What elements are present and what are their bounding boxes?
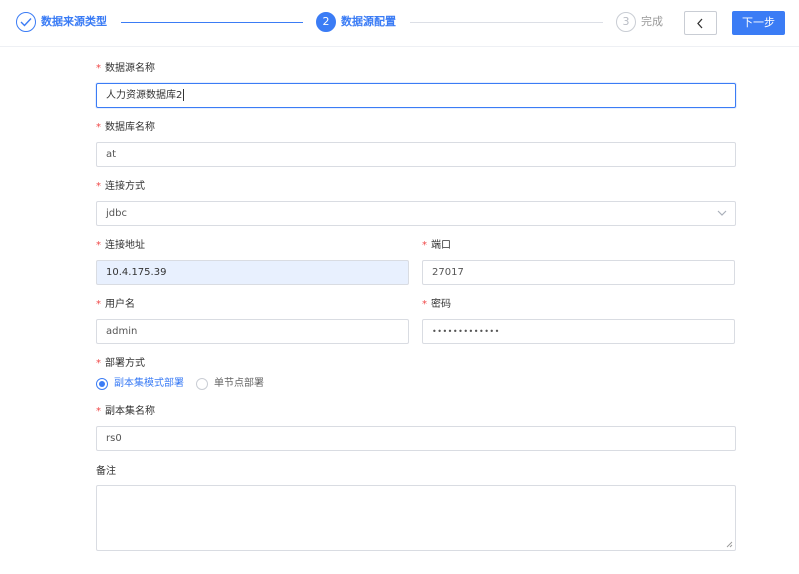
replica-set-name-label: * 副本集名称 bbox=[96, 406, 155, 417]
resize-handle-icon[interactable] bbox=[726, 541, 733, 548]
connection-method-select[interactable]: jdbc bbox=[96, 201, 736, 226]
radio-checked-icon bbox=[96, 378, 108, 390]
port-label: * 端口 bbox=[422, 240, 451, 251]
step-1-label: 数据来源类型 bbox=[41, 15, 107, 28]
step-connector-2 bbox=[410, 22, 603, 23]
password-label: * 密码 bbox=[422, 299, 451, 310]
datasource-name-label: * 数据源名称 bbox=[96, 63, 155, 74]
database-name-label: * 数据库名称 bbox=[96, 122, 155, 133]
connection-address-input[interactable]: 10.4.175.39 bbox=[96, 260, 409, 285]
connection-method-label: * 连接方式 bbox=[96, 181, 145, 192]
step-connector-1 bbox=[121, 22, 303, 23]
step-3-number: 3 bbox=[616, 12, 636, 32]
steps-header: 数据来源类型 2 数据源配置 3 完成 下一步 bbox=[0, 0, 799, 47]
step-1-check-icon bbox=[16, 12, 36, 32]
back-button[interactable] bbox=[684, 11, 717, 35]
step-2-number: 2 bbox=[316, 12, 336, 32]
replica-set-name-input[interactable]: rs0 bbox=[96, 426, 736, 451]
password-input[interactable]: ••••••••••••• bbox=[422, 319, 735, 344]
chevron-left-icon bbox=[697, 18, 703, 29]
remark-textarea[interactable] bbox=[96, 485, 736, 551]
database-name-input[interactable]: at bbox=[96, 142, 736, 167]
deploy-method-label: * 部署方式 bbox=[96, 358, 145, 369]
remark-label: 备注 bbox=[96, 466, 116, 477]
next-step-button[interactable]: 下一步 bbox=[732, 11, 785, 35]
step-2-label: 数据源配置 bbox=[341, 15, 396, 28]
datasource-name-input[interactable]: 人力资源数据库2 bbox=[96, 83, 736, 108]
port-input[interactable]: 27017 bbox=[422, 260, 735, 285]
radio-unchecked-icon bbox=[196, 378, 208, 390]
chevron-down-icon bbox=[717, 210, 727, 216]
connection-address-label: * 连接地址 bbox=[96, 240, 145, 251]
username-input[interactable]: admin bbox=[96, 319, 409, 344]
username-label: * 用户名 bbox=[96, 299, 135, 310]
required-mark: * bbox=[96, 63, 101, 74]
step-3-label: 完成 bbox=[641, 15, 663, 28]
text-cursor bbox=[183, 89, 185, 101]
